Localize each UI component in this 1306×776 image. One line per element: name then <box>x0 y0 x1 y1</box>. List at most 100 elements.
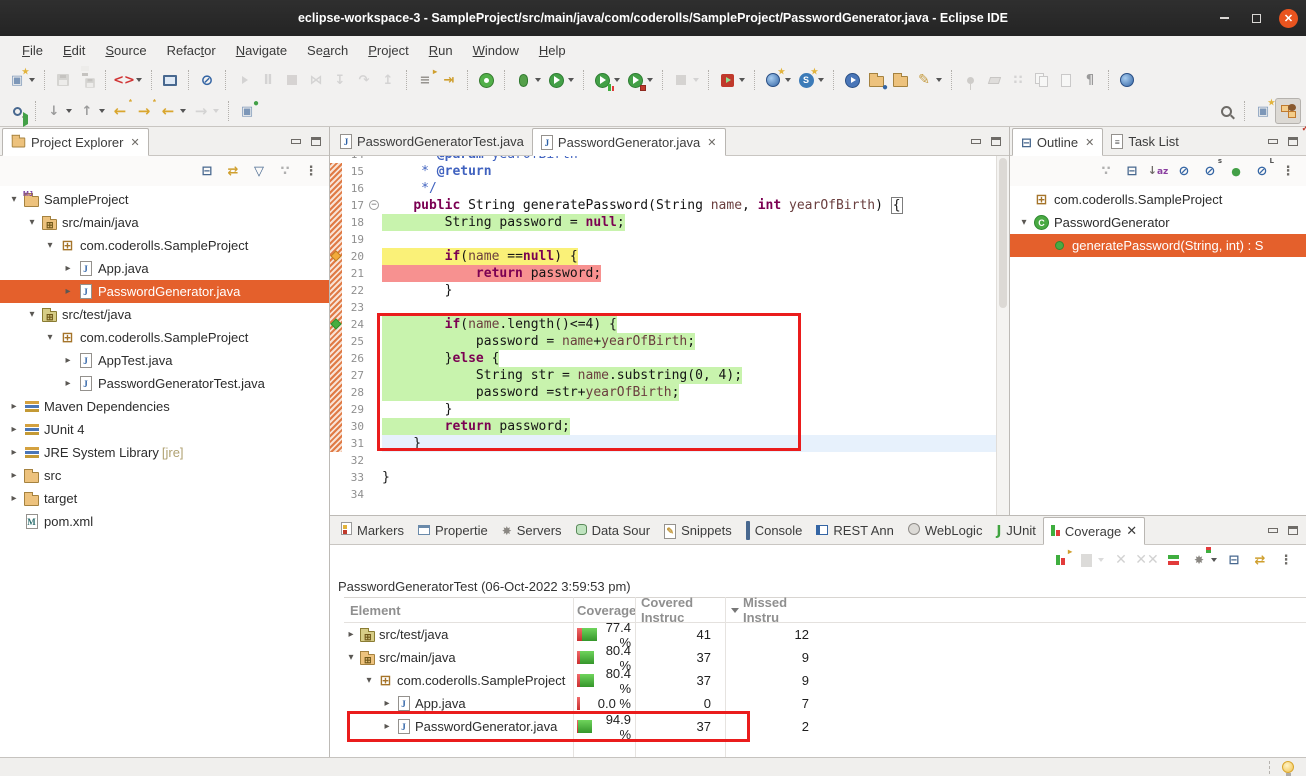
disconnect-button[interactable]: ⋈ <box>304 67 328 93</box>
fold-gutter[interactable] <box>368 418 382 435</box>
menu-source[interactable]: Source <box>95 38 156 62</box>
minimize-button[interactable] <box>1215 9 1233 27</box>
annotation-gutter[interactable] <box>330 231 342 248</box>
jpa-pen-button[interactable]: ✎ <box>912 67 945 93</box>
fold-gutter[interactable] <box>368 350 382 367</box>
close-tab-icon[interactable]: ✕ <box>130 136 139 149</box>
fold-gutter[interactable] <box>368 367 382 384</box>
column-header-element[interactable]: Element <box>344 603 573 618</box>
annotation-gutter[interactable] <box>330 163 342 180</box>
annotation-gutter[interactable] <box>330 299 342 316</box>
last-edit-location-button[interactable]: ←* <box>108 98 132 124</box>
tree-expand-icon[interactable]: ▾ <box>42 332 58 343</box>
step-into-button[interactable]: ↧ <box>328 67 352 93</box>
explorer-item-apptest.java[interactable]: ▸JAppTest.java <box>0 349 329 372</box>
step-return-button[interactable]: ↥ <box>376 67 400 93</box>
hide-static-button[interactable]: ⊘s <box>1198 160 1222 182</box>
tree-expand-icon[interactable]: ▸ <box>60 378 76 389</box>
menu-run[interactable]: Run <box>419 38 463 62</box>
fold-gutter[interactable] <box>368 163 382 180</box>
menu-refactor[interactable]: Refactor <box>157 38 226 62</box>
new-wizard-button[interactable]: ▣★ <box>5 67 38 93</box>
bottom-tab-servers[interactable]: ✸Servers <box>495 516 569 544</box>
code-line-18[interactable]: 18 String password = null; <box>330 214 996 231</box>
bottom-tab-markers[interactable]: Markers <box>334 516 411 544</box>
remove-session-button[interactable]: ✕ <box>1109 549 1133 571</box>
outline-tab-task-list[interactable]: ≡Task List <box>1103 127 1187 155</box>
merge-sessions-button[interactable] <box>1161 549 1185 571</box>
annotation-gutter[interactable] <box>330 435 342 452</box>
close-tab-icon[interactable]: ✕ <box>707 136 716 149</box>
fold-gutter[interactable] <box>368 316 382 333</box>
column-header-covered-instructions[interactable]: Covered Instruc <box>635 595 725 625</box>
link-with-editor-button[interactable]: ⇄ <box>1248 549 1272 571</box>
code-line-25[interactable]: 25 password = name+yearOfBirth; <box>330 333 996 350</box>
code-line-28[interactable]: 28 password =str+yearOfBirth; <box>330 384 996 401</box>
collapse-all-button[interactable]: ⊟ <box>1120 160 1144 182</box>
external-tools-button[interactable]: ⇥ <box>437 67 461 93</box>
annotation-gutter[interactable] <box>330 214 342 231</box>
code-line-24[interactable]: 24 if(name.length()<=4) { <box>330 316 996 333</box>
fold-gutter[interactable] <box>368 248 382 265</box>
run-as-button[interactable] <box>623 67 656 93</box>
annotation-gutter[interactable] <box>330 197 342 214</box>
annotation-gutter[interactable] <box>330 316 342 333</box>
save-all-button[interactable] <box>75 67 99 93</box>
explorer-item-src-main-java[interactable]: ▾⊞src/main/java <box>0 211 329 234</box>
editor-tab-passwordgeneratortest-java[interactable]: JPasswordGeneratorTest.java <box>332 127 532 155</box>
code-editor[interactable]: 14 * @param yearOfBirth15 * @return16 */… <box>330 156 1009 515</box>
launch-search-button[interactable] <box>5 98 29 124</box>
explorer-item-pom.xml[interactable]: Mpom.xml <box>0 510 329 533</box>
view-menu-button[interactable]: ⋮ <box>1274 549 1298 571</box>
explorer-item-jre-system-library[interactable]: ▸JRE System Library[jre] <box>0 441 329 464</box>
explorer-tab-project-explorer[interactable]: Project Explorer✕ <box>2 128 149 156</box>
menu-window[interactable]: Window <box>463 38 529 62</box>
fold-gutter[interactable] <box>368 435 382 452</box>
tree-expand-icon[interactable]: ▸ <box>60 355 76 366</box>
spring-boot-button[interactable] <box>474 67 498 93</box>
annotation-gutter[interactable] <box>330 418 342 435</box>
coverage-row-passwordgenerator.java[interactable]: ▸JPasswordGenerator.java94.9 %372 <box>344 715 1306 738</box>
import-folder-button[interactable]: ● <box>864 67 888 93</box>
editor-scrollbar[interactable] <box>996 156 1009 515</box>
tree-expand-icon[interactable]: ▸ <box>380 721 394 732</box>
tree-expand-icon[interactable]: ▾ <box>24 309 40 320</box>
code-line-23[interactable]: 23 <box>330 299 996 316</box>
tree-expand-icon[interactable]: ▸ <box>6 493 22 504</box>
annotation-gutter[interactable] <box>330 265 342 282</box>
annotation-gutter[interactable] <box>330 367 342 384</box>
tree-expand-icon[interactable]: ▸ <box>6 447 22 458</box>
hide-fields-button[interactable]: ⊘ <box>1172 160 1196 182</box>
maximize-panel-icon[interactable] <box>311 137 321 146</box>
terminate-all-button[interactable] <box>669 67 702 93</box>
tree-expand-icon[interactable]: ▸ <box>6 470 22 481</box>
hide-local-types-button[interactable]: ⊘L <box>1250 160 1274 182</box>
menu-navigate[interactable]: Navigate <box>226 38 297 62</box>
tree-expand-icon[interactable]: ▸ <box>380 698 394 709</box>
column-header-missed-instructions[interactable]: Missed Instru <box>725 595 825 625</box>
explorer-item-maven-dependencies[interactable]: ▸Maven Dependencies <box>0 395 329 418</box>
terminate-button[interactable] <box>280 67 304 93</box>
filter-button[interactable]: ▽ <box>247 160 271 182</box>
code-line-27[interactable]: 27 String str = name.substring(0, 4); <box>330 367 996 384</box>
fold-gutter[interactable] <box>368 231 382 248</box>
select-session-button[interactable]: ✸ <box>1187 549 1220 571</box>
bottom-tab-coverage[interactable]: Coverage✕ <box>1043 517 1145 545</box>
column-header-coverage[interactable]: Coverage <box>573 603 635 618</box>
profile-button[interactable] <box>715 67 748 93</box>
view-menu-button[interactable]: ⋮ <box>299 160 323 182</box>
run-button[interactable] <box>544 67 577 93</box>
fold-collapse-icon[interactable]: − <box>369 200 379 210</box>
export-folder-button[interactable] <box>888 67 912 93</box>
eraser-button[interactable] <box>982 67 1006 93</box>
tree-expand-icon[interactable]: ▸ <box>6 424 22 435</box>
code-line-33[interactable]: 33} <box>330 469 996 486</box>
menu-edit[interactable]: Edit <box>53 38 95 62</box>
menu-project[interactable]: Project <box>358 38 418 62</box>
pilcrow-button[interactable]: ¶ <box>1078 67 1102 93</box>
explorer-item-app.java[interactable]: ▸JApp.java <box>0 257 329 280</box>
save-button[interactable] <box>51 67 75 93</box>
bottom-tab-snippets[interactable]: ✎Snippets <box>657 516 739 544</box>
spring-starter-button[interactable]: S★ <box>794 67 827 93</box>
copy-doc-button[interactable] <box>1030 67 1054 93</box>
